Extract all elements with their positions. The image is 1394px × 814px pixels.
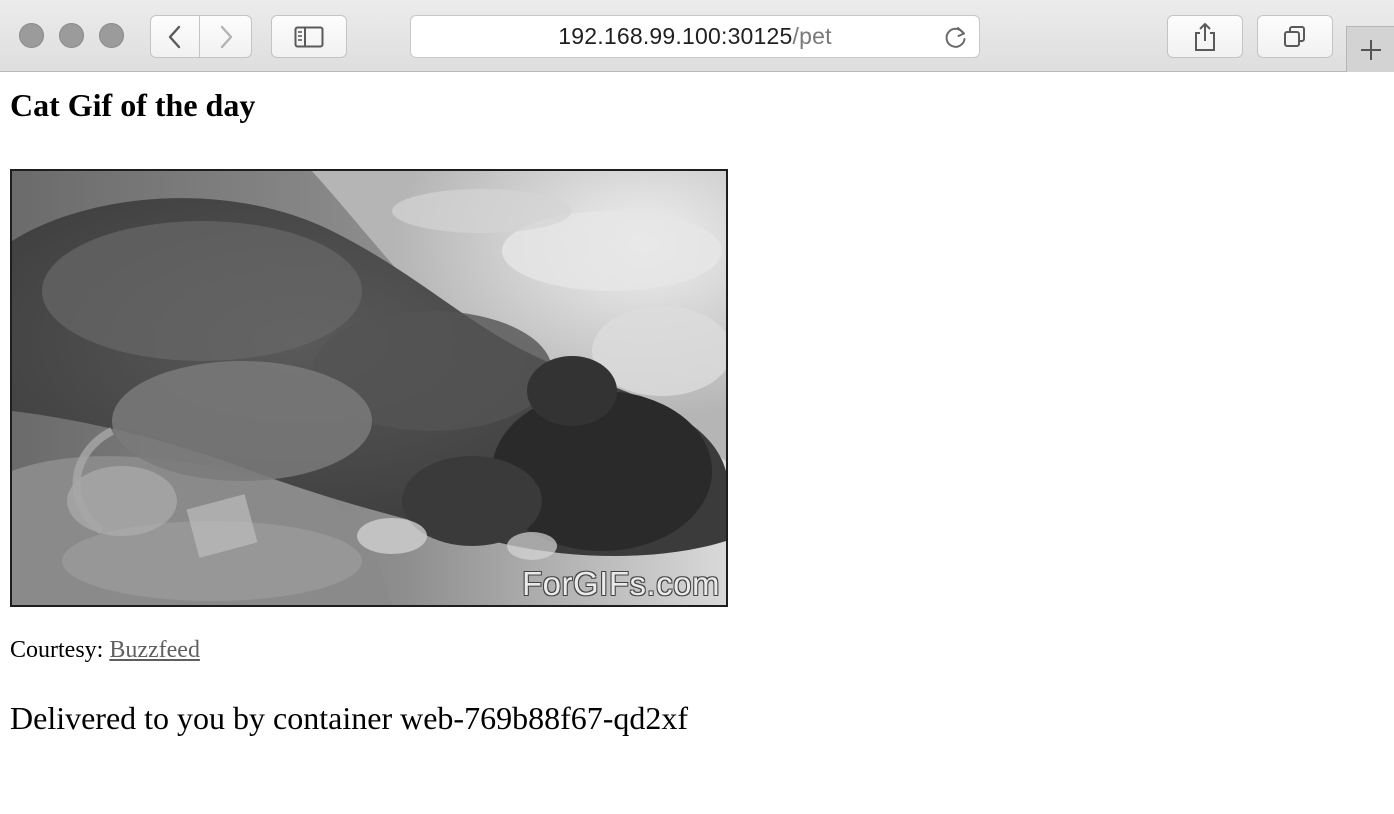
sidebar-icon xyxy=(294,26,324,47)
reload-icon[interactable] xyxy=(943,24,969,50)
chevron-left-icon xyxy=(168,25,181,48)
chevron-right-icon xyxy=(220,25,232,48)
share-icon xyxy=(1195,22,1215,51)
url-host: 192.168.99.100:30125 xyxy=(558,23,793,49)
new-tab-button[interactable] xyxy=(1346,26,1394,72)
address-bar[interactable]: 192.168.99.100:30125/pet xyxy=(410,15,980,58)
close-window-button[interactable] xyxy=(19,23,44,48)
share-button[interactable] xyxy=(1167,15,1243,58)
zoom-window-button[interactable] xyxy=(99,23,124,48)
tabs-overview-icon xyxy=(1284,25,1305,47)
buzzfeed-link[interactable]: Buzzfeed xyxy=(109,637,200,663)
url-path: /pet xyxy=(792,23,832,49)
minimize-window-button[interactable] xyxy=(59,23,84,48)
cat-gif-image: ForGIFs.com xyxy=(10,169,728,607)
courtesy-line: Courtesy: Buzzfeed xyxy=(10,637,200,664)
back-button[interactable] xyxy=(150,15,200,58)
browser-toolbar: 192.168.99.100:30125/pet xyxy=(0,0,1394,72)
sidebar-toggle-button[interactable] xyxy=(271,15,347,58)
cat-gif-picture xyxy=(12,171,726,605)
courtesy-label: Courtesy: xyxy=(10,637,110,663)
page-title: Cat Gif of the day xyxy=(10,87,256,123)
tabs-overview-button[interactable] xyxy=(1257,15,1333,58)
image-watermark: ForGIFs.com xyxy=(521,565,720,602)
plus-icon xyxy=(1360,39,1381,60)
url-text[interactable]: 192.168.99.100:30125/pet xyxy=(411,16,979,57)
container-info-text: Delivered to you by container web-769b88… xyxy=(10,700,689,736)
forward-button[interactable] xyxy=(200,15,252,58)
